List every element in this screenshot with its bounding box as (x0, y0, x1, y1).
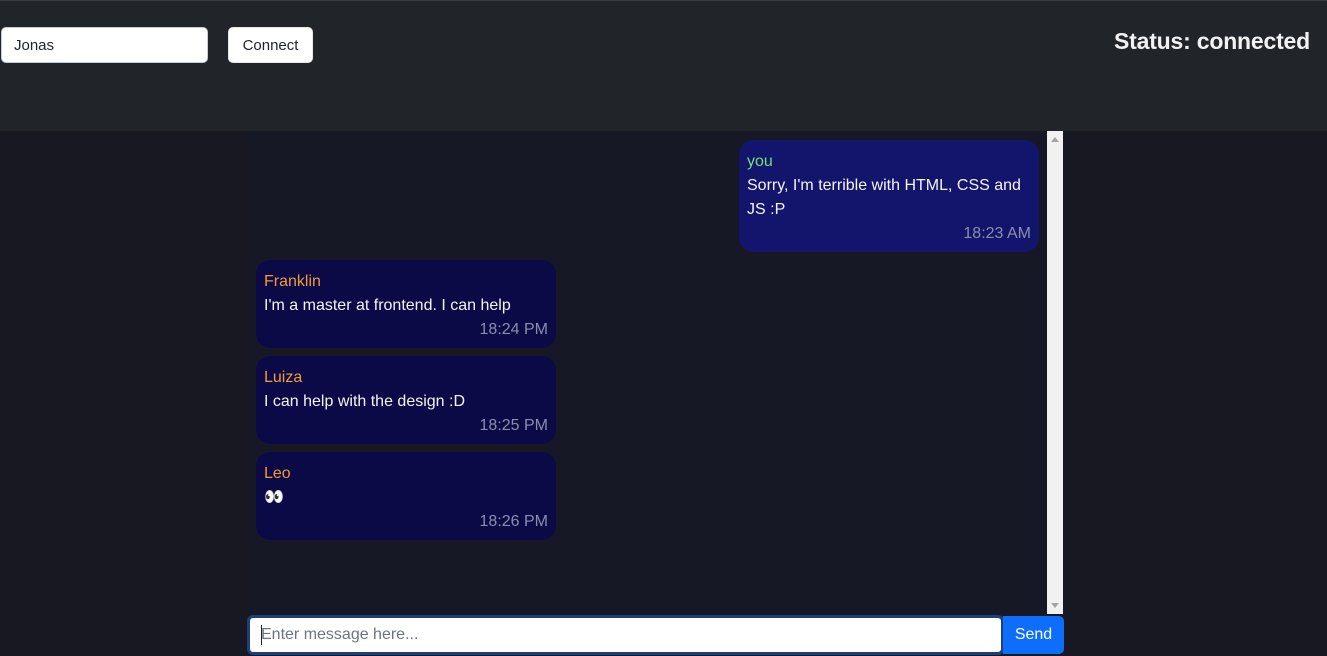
message-timestamp: 18:25 PM (479, 417, 548, 434)
message-text: Sorry, I'm terrible with HTML, CSS and J… (747, 177, 1021, 218)
message-bubble-own: you Sorry, I'm terrible with HTML, CSS a… (739, 140, 1039, 252)
message-text: I can help with the design :D (264, 393, 466, 410)
message-bubble: Luiza I can help with the design :D 18:2… (256, 356, 556, 444)
message-timestamp: 18:24 PM (479, 321, 548, 338)
message-list-scrollbar[interactable] (1047, 131, 1063, 614)
send-button[interactable]: Send (1003, 616, 1064, 654)
message-bubble: Leo 👀 18:26 PM (256, 452, 556, 540)
message-sender: you (747, 153, 773, 170)
text-cursor (261, 625, 262, 645)
scroll-up-arrow-icon[interactable] (1051, 137, 1059, 142)
message-sender: Leo (264, 465, 291, 482)
connect-button[interactable]: Connect (228, 27, 313, 63)
message-input[interactable] (247, 615, 1004, 655)
message-text: I'm a master at frontend. I can help (264, 297, 511, 314)
message-text: 👀 (264, 489, 284, 506)
connection-status: Status: connected (1114, 28, 1310, 54)
message-bubble: Franklin I'm a master at frontend. I can… (256, 260, 556, 348)
top-bar: Connect Status: connected (0, 0, 1327, 131)
username-input[interactable] (1, 27, 208, 63)
scroll-down-arrow-icon[interactable] (1051, 603, 1059, 608)
message-sender: Luiza (264, 369, 303, 386)
message-timestamp: 18:26 PM (479, 513, 548, 530)
message-timestamp: 18:23 AM (963, 225, 1031, 242)
message-sender: Franklin (264, 273, 321, 290)
